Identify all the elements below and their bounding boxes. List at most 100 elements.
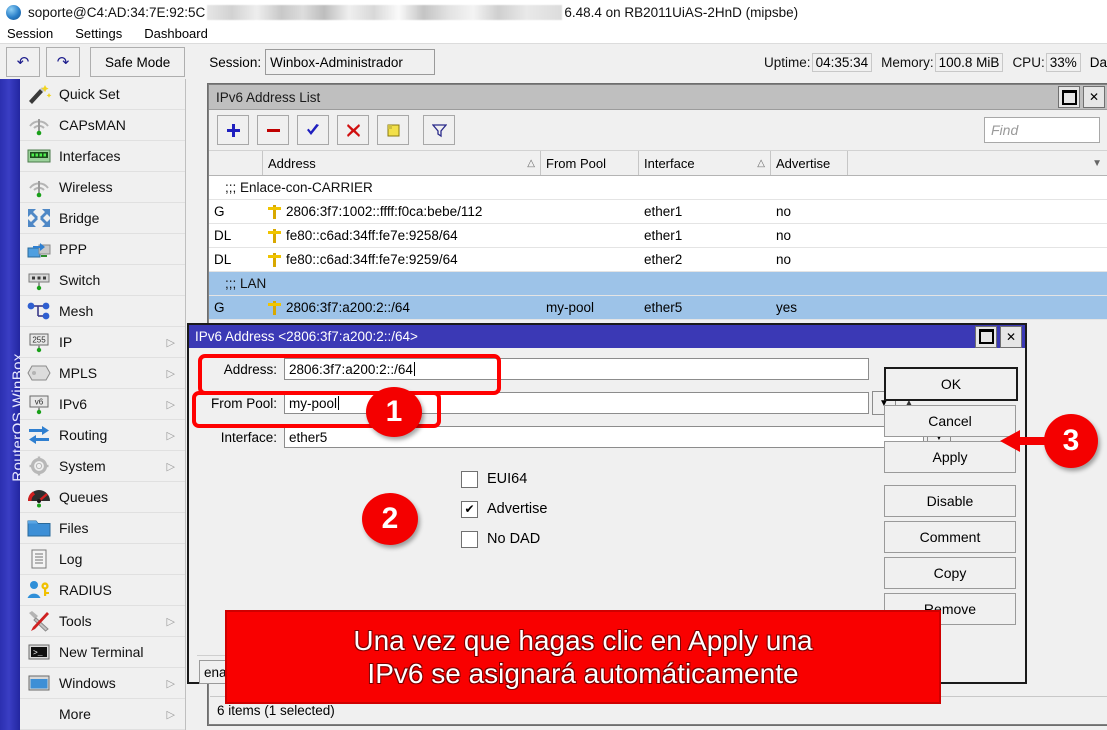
title-user-host: soporte@C4:AD:34:7E:92:5C <box>28 5 205 20</box>
redo-arrow-icon[interactable]: ↷ <box>46 47 80 77</box>
column-header-from-pool[interactable]: From Pool <box>541 151 639 175</box>
undo-arrow-icon[interactable]: ↶ <box>6 47 40 77</box>
cancel-button[interactable]: Cancel <box>884 405 1016 437</box>
sidebar-item-wireless[interactable]: Wireless <box>20 172 185 203</box>
row-interface: ether2 <box>639 248 771 271</box>
sidebar-item-mesh[interactable]: Mesh <box>20 296 185 327</box>
sidebar-item-windows[interactable]: Windows▷ <box>20 668 185 699</box>
row-address-text: fe80::c6ad:34ff:fe7e:9258/64 <box>286 228 458 243</box>
routing-arrows-icon <box>26 424 52 446</box>
plus-icon[interactable] <box>217 115 249 145</box>
sidebar-item-tools[interactable]: Tools▷ <box>20 606 185 637</box>
table-row[interactable]: DLfe80::c6ad:34ff:fe7e:9258/64ether1no <box>209 224 1107 248</box>
note-icon[interactable] <box>377 115 409 145</box>
sidebar-item-label: Mesh <box>59 303 93 319</box>
maximize-icon[interactable] <box>975 326 997 348</box>
column-header-advertise[interactable]: Advertise <box>771 151 848 175</box>
cross-icon[interactable] <box>337 115 369 145</box>
maximize-icon[interactable] <box>1058 86 1080 108</box>
antenna-icon <box>26 176 52 198</box>
item-count-status: 6 items (1 selected) <box>217 703 335 718</box>
sidebar-item-ppp[interactable]: PPP <box>20 234 185 265</box>
funnel-icon[interactable] <box>423 115 455 145</box>
eui64-checkbox[interactable] <box>461 471 478 488</box>
cpu-value: 33% <box>1046 53 1081 72</box>
search-input[interactable]: Find <box>984 117 1100 143</box>
sidebar-menu: Quick Set CAPsMAN Interfaces WirelessBridge… <box>20 79 186 730</box>
row-interface: ether1 <box>639 224 771 247</box>
close-icon[interactable]: ✕ <box>1000 326 1022 348</box>
sidebar-item-log[interactable]: Log <box>20 544 185 575</box>
folder-icon <box>26 517 52 539</box>
sidebar-item-files[interactable]: Files <box>20 513 185 544</box>
row-spacer <box>848 248 1107 271</box>
interface-input-value: ether5 <box>289 430 327 445</box>
sidebar-item-queues[interactable]: Queues <box>20 482 185 513</box>
table-header-row: Address△ From Pool Interface△ Advertise … <box>209 151 1107 176</box>
sidebar-item-label: CAPsMAN <box>59 117 126 133</box>
chevron-right-icon: ▷ <box>167 429 175 442</box>
sidebar-item-interfaces[interactable]: Interfaces <box>20 141 185 172</box>
sidebar-item-label: Routing <box>59 427 107 443</box>
menu-item-settings[interactable]: Settings <box>64 26 133 41</box>
sidebar-item-label: More <box>59 706 91 722</box>
sidebar-item-routing[interactable]: Routing ▷ <box>20 420 185 451</box>
sidebar-item-new-terminal[interactable]: >_New Terminal <box>20 637 185 668</box>
menu-item-session[interactable]: Session <box>0 26 64 41</box>
sidebar-item-mpls[interactable]: MPLS ▷ <box>20 358 185 389</box>
row-spacer <box>848 224 1107 247</box>
row-from-pool <box>541 224 639 247</box>
cpu-label: CPU: <box>1012 55 1044 70</box>
antenna-icon <box>26 114 52 136</box>
sidebar-item-label: RADIUS <box>59 582 112 598</box>
table-row[interactable]: G2806:3f7:a200:2::/64my-poolether5yes <box>209 296 1107 320</box>
ok-button[interactable]: OK <box>884 367 1018 401</box>
sidebar-item-label: System <box>59 458 106 474</box>
column-header-spacer[interactable]: ▼ <box>848 151 1107 175</box>
safe-mode-button[interactable]: Safe Mode <box>90 47 185 77</box>
column-header-flags[interactable] <box>209 151 263 175</box>
chevron-right-icon: ▷ <box>167 367 175 380</box>
table-row[interactable]: DLfe80::c6ad:34ff:fe7e:9259/64ether2no <box>209 248 1107 272</box>
tools-icon <box>26 610 52 632</box>
apply-button[interactable]: Apply <box>884 441 1016 473</box>
check-icon[interactable] <box>297 115 329 145</box>
sidebar-item-switch[interactable]: Switch <box>20 265 185 296</box>
no-dad-checkbox[interactable] <box>461 531 478 548</box>
minus-icon[interactable] <box>257 115 289 145</box>
comment-button[interactable]: Comment <box>884 521 1016 553</box>
sidebar-item-ipv6[interactable]: v6IPv6▷ <box>20 389 185 420</box>
magic-wand-icon <box>26 83 52 105</box>
dialog-title: IPv6 Address <2806:3f7:a200:2::/64> <box>195 329 418 344</box>
disable-button[interactable]: Disable <box>884 485 1016 517</box>
session-value-field[interactable]: Winbox-Administrador <box>265 49 435 75</box>
sidebar-item-ip[interactable]: 255IP▷ <box>20 327 185 358</box>
sidebar-item-radius[interactable]: RADIUS <box>20 575 185 606</box>
apply-pointer-arrow-icon <box>1000 428 1060 454</box>
column-header-interface[interactable]: Interface△ <box>639 151 771 175</box>
advertise-label: Advertise <box>487 501 547 517</box>
dialog-titlebar: IPv6 Address <2806:3f7:a200:2::/64> ✕ <box>189 325 1025 348</box>
table-row[interactable]: G2806:3f7:1002::ffff:f0ca:bebe/112ether1… <box>209 200 1107 224</box>
dialog-window-controls: ✕ <box>975 326 1025 348</box>
copy-button[interactable]: Copy <box>884 557 1016 589</box>
mpls-tag-icon <box>26 362 52 384</box>
sidebar-item-label: MPLS <box>59 365 97 381</box>
table-row[interactable]: ;;; LAN <box>209 272 1107 296</box>
chevron-down-icon[interactable]: ▼ <box>1092 158 1102 169</box>
column-header-address[interactable]: Address△ <box>263 151 541 175</box>
sidebar-item-label: IP <box>59 334 72 350</box>
sidebar-item-bridge[interactable]: Bridge <box>20 203 185 234</box>
sidebar-item-label: Interfaces <box>59 148 120 164</box>
sort-indicator-icon: △ <box>527 158 535 169</box>
table-row[interactable]: ;;; Enlace-con-CARRIER <box>209 176 1107 200</box>
row-flags: DL <box>209 248 263 271</box>
close-icon[interactable]: ✕ <box>1083 86 1105 108</box>
gauge-icon <box>26 486 52 508</box>
menu-item-dashboard[interactable]: Dashboard <box>133 26 219 41</box>
sidebar-item-more[interactable]: More▷ <box>20 699 185 730</box>
sidebar-item-system[interactable]: System▷ <box>20 451 185 482</box>
sidebar-item-capsman[interactable]: CAPsMAN <box>20 110 185 141</box>
sidebar-item-quick-set[interactable]: Quick Set <box>20 79 185 110</box>
advertise-checkbox[interactable]: ✔ <box>461 501 478 518</box>
